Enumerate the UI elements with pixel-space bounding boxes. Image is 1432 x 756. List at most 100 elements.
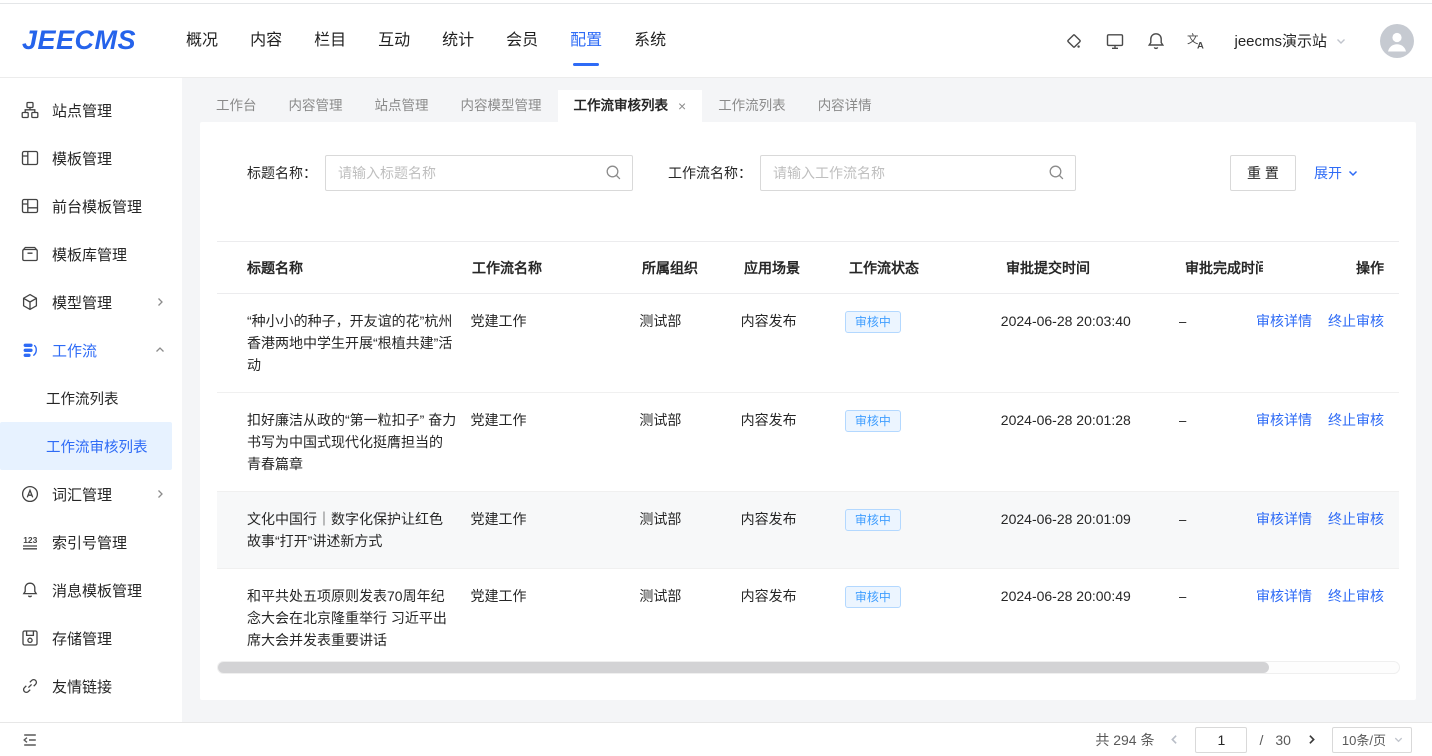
table-row: “种小小的种子，开友谊的花”杭州香港两地中学生开展“根植共建”活动 党建工作 测… <box>217 294 1399 393</box>
row-workflow-name: 党建工作 <box>471 310 640 332</box>
expand-toggle[interactable]: 展开 <box>1314 163 1359 183</box>
user-avatar[interactable] <box>1380 24 1414 58</box>
sidebar: 站点管理 模板管理 前台模板管理 模板库管理 模型管理 工作流 工作流列表 工 <box>0 78 182 722</box>
sidebar-item-model-management[interactable]: 模型管理 <box>0 278 182 326</box>
nav-column[interactable]: 栏目 <box>314 25 346 57</box>
collapse-sidebar-icon[interactable] <box>21 731 182 749</box>
nav-interaction[interactable]: 互动 <box>378 25 410 57</box>
tab-site-management[interactable]: 站点管理 <box>359 90 445 122</box>
row-title[interactable]: 文化中国行｜数字化保护让红色故事“打开”讲述新方式 <box>217 508 471 552</box>
row-submit-time: 2024-06-28 20:00:49 <box>1001 585 1179 607</box>
row-title[interactable]: 扣好廉洁从政的“第一粒扣子” 奋力书写为中国式现代化挺膺担当的青春篇章 <box>217 409 471 475</box>
sidebar-item-message-template-management[interactable]: 消息模板管理 <box>0 566 182 614</box>
sidebar-item-label: 模板库管理 <box>52 244 127 265</box>
page-separator: / <box>1259 732 1263 748</box>
table-row: 扣好廉洁从政的“第一粒扣子” 奋力书写为中国式现代化挺膺担当的青春篇章 党建工作… <box>217 393 1399 492</box>
model-icon <box>21 293 39 311</box>
review-detail-link[interactable]: 审核详情 <box>1256 508 1312 530</box>
row-complete-time: – <box>1179 585 1256 607</box>
row-complete-time: – <box>1179 409 1256 431</box>
col-workflow-name: 工作流名称 <box>472 257 642 279</box>
col-organization: 所属组织 <box>642 257 744 279</box>
nav-statistics[interactable]: 统计 <box>442 25 474 57</box>
pagination: 共 294 条 / 30 10条/页 <box>1095 727 1432 753</box>
row-title[interactable]: 和平共处五项原则发表70周年纪念大会在北京隆重举行 习近平出席大会并发表重要讲话 <box>217 585 471 651</box>
site-switcher[interactable]: jeecms演示站 <box>1234 30 1347 51</box>
sidebar-item-front-template-management[interactable]: 前台模板管理 <box>0 182 182 230</box>
jeecms-logo[interactable]: JEECMS <box>22 25 136 56</box>
footer-bar: 共 294 条 / 30 10条/页 <box>0 722 1432 756</box>
sidebar-subitem-workflow-review-list[interactable]: 工作流审核列表 <box>0 422 172 470</box>
sidebar-subitem-workflow-list[interactable]: 工作流列表 <box>0 374 172 422</box>
notification-bell-icon[interactable] <box>1144 29 1168 53</box>
row-workflow-name: 党建工作 <box>471 508 640 530</box>
tab-content-model-management[interactable]: 内容模型管理 <box>445 90 558 122</box>
terminate-review-link[interactable]: 终止审核 <box>1328 310 1384 332</box>
sidebar-item-vocabulary-management[interactable]: 词汇管理 <box>0 470 182 518</box>
review-detail-link[interactable]: 审核详情 <box>1256 585 1312 607</box>
svg-text:A: A <box>1197 40 1204 51</box>
translate-icon[interactable]: 文A <box>1185 29 1209 53</box>
search-icon[interactable] <box>605 164 622 181</box>
row-organization: 测试部 <box>639 585 740 607</box>
message-bell-icon <box>21 581 39 599</box>
row-actions: 审核详情 终止审核 <box>1256 310 1399 332</box>
workflow-search-input[interactable] <box>760 155 1076 191</box>
topbar-right: 文A jeecms演示站 <box>1062 24 1414 58</box>
sidebar-item-storage-management[interactable]: 存储管理 <box>0 614 182 662</box>
template-library-icon <box>21 245 39 263</box>
workflow-filter-group: 工作流名称： <box>668 155 1076 191</box>
sidebar-subitem-label: 工作流审核列表 <box>46 436 148 457</box>
sidebar-item-index-number-management[interactable]: 123 索引号管理 <box>0 518 182 566</box>
sidebar-item-label: 站点管理 <box>52 100 112 121</box>
nav-member[interactable]: 会员 <box>506 25 538 57</box>
chevron-down-icon <box>1347 167 1359 179</box>
sidebar-item-label: 模板管理 <box>52 148 112 169</box>
workflow-review-table: 标题名称 工作流名称 所属组织 应用场景 工作流状态 审批提交时间 审批完成时间… <box>217 241 1399 667</box>
nav-overview[interactable]: 概况 <box>186 25 218 57</box>
terminate-review-link[interactable]: 终止审核 <box>1328 409 1384 431</box>
terminate-review-link[interactable]: 终止审核 <box>1328 508 1384 530</box>
storage-icon <box>21 629 39 647</box>
row-organization: 测试部 <box>639 310 740 332</box>
sidebar-item-template-library-management[interactable]: 模板库管理 <box>0 230 182 278</box>
nav-system[interactable]: 系统 <box>634 25 666 57</box>
nav-content[interactable]: 内容 <box>250 25 282 57</box>
horizontal-scrollbar-thumb[interactable] <box>218 662 1269 673</box>
review-detail-link[interactable]: 审核详情 <box>1256 310 1312 332</box>
row-actions: 审核详情 终止审核 <box>1256 508 1399 530</box>
sidebar-item-label: 消息模板管理 <box>52 580 142 601</box>
close-icon[interactable]: × <box>678 99 686 113</box>
monitor-icon[interactable] <box>1103 29 1127 53</box>
tab-content-detail[interactable]: 内容详情 <box>802 90 888 122</box>
row-title[interactable]: “种小小的种子，开友谊的花”杭州香港两地中学生开展“根植共建”活动 <box>217 310 471 376</box>
status-badge: 审核中 <box>845 410 901 432</box>
next-page-icon[interactable] <box>1303 731 1320 748</box>
tab-workbench[interactable]: 工作台 <box>200 90 273 122</box>
sidebar-item-site-management[interactable]: 站点管理 <box>0 86 182 134</box>
content-area: 工作台 内容管理 站点管理 内容模型管理 工作流审核列表 × 工作流列表 内容详… <box>182 78 1432 722</box>
tab-content-management[interactable]: 内容管理 <box>273 90 359 122</box>
tab-workflow-list[interactable]: 工作流列表 <box>702 90 802 122</box>
sidebar-item-workflow[interactable]: 工作流 <box>0 326 182 374</box>
nav-config[interactable]: 配置 <box>570 25 602 57</box>
horizontal-scrollbar-track[interactable] <box>217 661 1400 674</box>
page-number-input[interactable] <box>1195 727 1247 753</box>
review-detail-link[interactable]: 审核详情 <box>1256 409 1312 431</box>
footer-left <box>0 731 182 749</box>
tab-workflow-review-list[interactable]: 工作流审核列表 × <box>558 90 703 122</box>
search-icon[interactable] <box>1048 164 1065 181</box>
chevron-down-icon <box>1393 734 1404 745</box>
row-complete-time: – <box>1179 310 1256 332</box>
row-complete-time: – <box>1179 508 1256 530</box>
sidebar-item-friend-links[interactable]: 友情链接 <box>0 662 182 710</box>
filter-bar: 标题名称： 工作流名称： 重 置 展开 <box>200 122 1416 191</box>
prev-page-icon[interactable] <box>1166 731 1183 748</box>
sidebar-item-template-management[interactable]: 模板管理 <box>0 134 182 182</box>
title-search-input[interactable] <box>325 155 633 191</box>
status-badge: 审核中 <box>845 586 901 608</box>
terminate-review-link[interactable]: 终止审核 <box>1328 585 1384 607</box>
theme-icon[interactable] <box>1062 29 1086 53</box>
page-size-select[interactable]: 10条/页 <box>1332 727 1412 753</box>
reset-button[interactable]: 重 置 <box>1230 155 1296 191</box>
